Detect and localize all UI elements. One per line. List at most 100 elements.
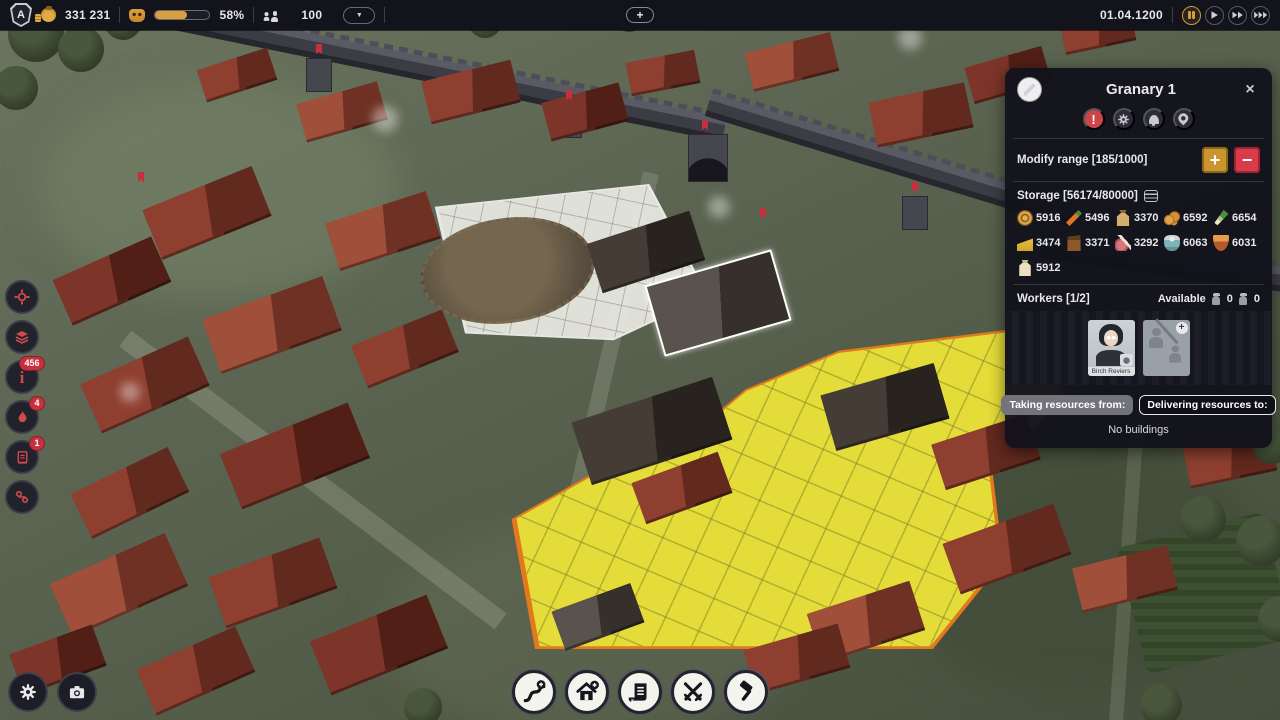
resource-value: 6654	[1232, 212, 1256, 224]
alert-button[interactable]: !	[1083, 108, 1105, 130]
pause-icon	[1188, 11, 1191, 19]
minus-icon: −	[1242, 151, 1253, 169]
building	[744, 32, 839, 92]
routes-button[interactable]	[5, 480, 39, 514]
fire-badge: 4	[29, 396, 45, 411]
carrots-icon	[1066, 210, 1082, 226]
resource-barrel[interactable]: 5916	[1017, 210, 1064, 226]
worker-silhouette-icon	[1148, 328, 1164, 348]
fast-forward-icon	[1237, 11, 1243, 19]
reports-button[interactable]: 1	[5, 440, 39, 474]
fire-alerts-button[interactable]: 4	[5, 400, 39, 434]
topbar-expand-button[interactable]: +	[626, 7, 654, 23]
close-button[interactable]: ×	[1240, 80, 1260, 100]
resource-cheese[interactable]: 3474	[1017, 235, 1064, 251]
play-button[interactable]	[1205, 6, 1224, 25]
wall-tower	[902, 196, 928, 230]
ledger-button[interactable]	[618, 670, 662, 714]
barrel-icon	[1017, 210, 1033, 226]
fastest-speed-button[interactable]	[1251, 6, 1270, 25]
increase-range-button[interactable]: +	[1202, 147, 1228, 173]
population-value: 100	[301, 8, 322, 22]
gear-icon	[18, 682, 38, 702]
resource-grain-sack[interactable]: 3370	[1115, 210, 1162, 226]
building	[71, 447, 190, 539]
divider	[1013, 138, 1264, 139]
approval-meter-fill	[155, 11, 186, 19]
logo-letter: A	[12, 5, 30, 25]
worker-slots: Birch Reviers +	[1005, 311, 1272, 385]
resource-flour-sack[interactable]: 5912	[1017, 260, 1064, 276]
separator	[384, 7, 385, 23]
available-workers: Available 0 0	[1158, 293, 1260, 305]
target-icon	[13, 288, 31, 306]
info-icon: i	[20, 369, 25, 386]
plus-icon: +	[1210, 151, 1221, 169]
military-button[interactable]	[671, 670, 715, 714]
worker-slot-occupied[interactable]: Birch Reviers	[1088, 320, 1135, 376]
building	[137, 626, 256, 716]
layers-button[interactable]	[5, 320, 39, 354]
building	[50, 533, 189, 637]
demolish-button[interactable]	[724, 670, 768, 714]
rename-button[interactable]	[1017, 77, 1042, 102]
modify-range-label: Modify range [185/1000]	[1017, 154, 1147, 166]
wall-tower	[306, 58, 332, 92]
flame-icon	[14, 409, 31, 426]
locate-building-button[interactable]	[1173, 108, 1195, 130]
build-building-button[interactable]	[565, 670, 609, 714]
resource-jug[interactable]: 6063	[1164, 235, 1211, 251]
building	[868, 82, 973, 147]
population-dropdown[interactable]: ▼	[343, 7, 375, 24]
building	[351, 309, 459, 388]
resource-value: 3370	[1134, 212, 1158, 224]
storage-header: Storage [56174/80000]	[1017, 190, 1260, 202]
workers-header: Workers [1/2] Available 0 0	[1017, 293, 1260, 305]
resource-carrots[interactable]: 5496	[1066, 210, 1113, 226]
workers-label: Workers [1/2]	[1017, 293, 1090, 305]
storage-crate-icon	[1144, 190, 1158, 202]
worker-name: Birch Reviers	[1088, 367, 1135, 376]
worker-slot-empty[interactable]: +	[1143, 320, 1190, 376]
resource-fish-bowl[interactable]: 6031	[1213, 235, 1260, 251]
resource-eggs[interactable]: 6592	[1164, 210, 1211, 226]
modify-range-row: Modify range [185/1000] + −	[1017, 147, 1260, 173]
delivering-resources-tab[interactable]: Delivering resources to:	[1139, 395, 1275, 415]
taking-resources-tab[interactable]: Taking resources from:	[1001, 395, 1133, 415]
pause-icon	[1192, 11, 1195, 19]
storage-grid: 5916 5496 3370 6592 6654 3474 3371 3292 …	[1017, 210, 1260, 276]
leather-bag-icon	[1066, 235, 1082, 251]
available-builder-icon	[1237, 293, 1250, 305]
close-icon: ×	[1245, 81, 1254, 99]
bell-icon	[1149, 115, 1159, 124]
resource-leek[interactable]: 6654	[1213, 210, 1260, 226]
layers-icon	[13, 328, 31, 346]
fast-forward-button[interactable]	[1228, 6, 1247, 25]
scroll-icon	[627, 679, 653, 705]
resource-leather-bag[interactable]: 3371	[1066, 235, 1113, 251]
available-count: 0	[1254, 293, 1260, 305]
alert-icon: !	[1091, 112, 1095, 127]
cheese-icon	[1017, 235, 1033, 251]
resource-value: 5496	[1085, 212, 1109, 224]
panel-title: Granary 1	[1042, 81, 1240, 98]
info-button[interactable]: i 456	[5, 360, 39, 394]
grain-sack-icon	[1115, 210, 1131, 226]
building-settings-button[interactable]	[1113, 108, 1135, 130]
fastest-icon	[1263, 11, 1268, 19]
chevron-down-icon: ▼	[356, 12, 363, 19]
worker-silhouette-icon	[1168, 346, 1182, 363]
fastest-icon	[1258, 11, 1263, 19]
screenshot-button[interactable]	[57, 672, 97, 712]
decrease-range-button[interactable]: −	[1234, 147, 1260, 173]
pause-button[interactable]	[1182, 6, 1201, 25]
settings-button[interactable]	[8, 672, 48, 712]
resource-value: 3292	[1134, 237, 1158, 249]
game-logo[interactable]: A	[10, 3, 32, 27]
chimney-smoke	[372, 106, 398, 132]
flour-sack-icon	[1017, 260, 1033, 276]
build-road-button[interactable]	[512, 670, 556, 714]
locate-target-button[interactable]	[5, 280, 39, 314]
notifications-button[interactable]	[1143, 108, 1165, 130]
resource-ham[interactable]: 3292	[1115, 235, 1162, 251]
